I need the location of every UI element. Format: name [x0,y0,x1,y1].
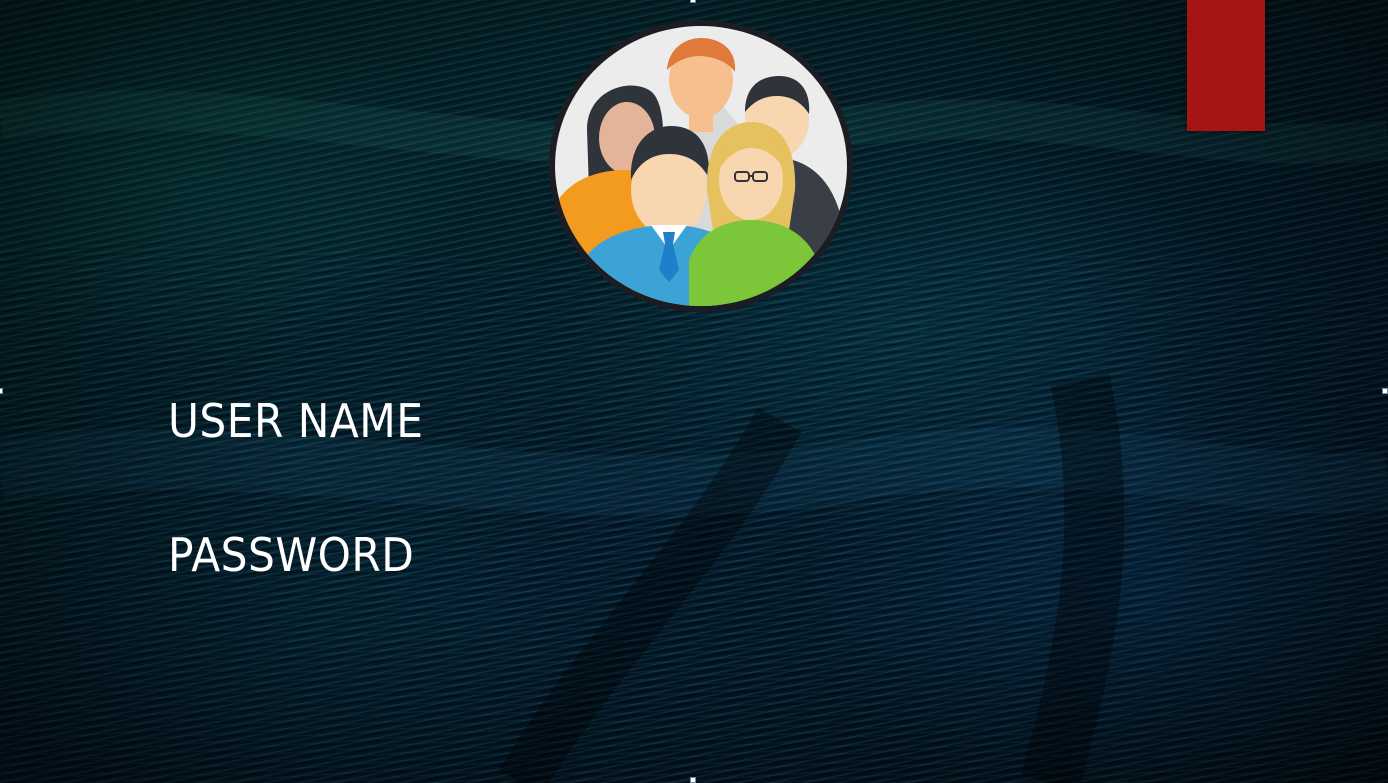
selection-handle-middle-right[interactable] [1382,388,1388,394]
login-slide: USER NAME PASSWORD [0,0,1388,783]
username-label: USER NAME [168,394,424,448]
selection-handle-top-center[interactable] [690,0,696,3]
password-label: PASSWORD [168,528,415,582]
red-accent-tab [1187,0,1265,131]
group-of-people-icon [549,20,853,312]
selection-handle-bottom-center[interactable] [690,777,696,783]
selection-handle-middle-left[interactable] [0,388,3,394]
